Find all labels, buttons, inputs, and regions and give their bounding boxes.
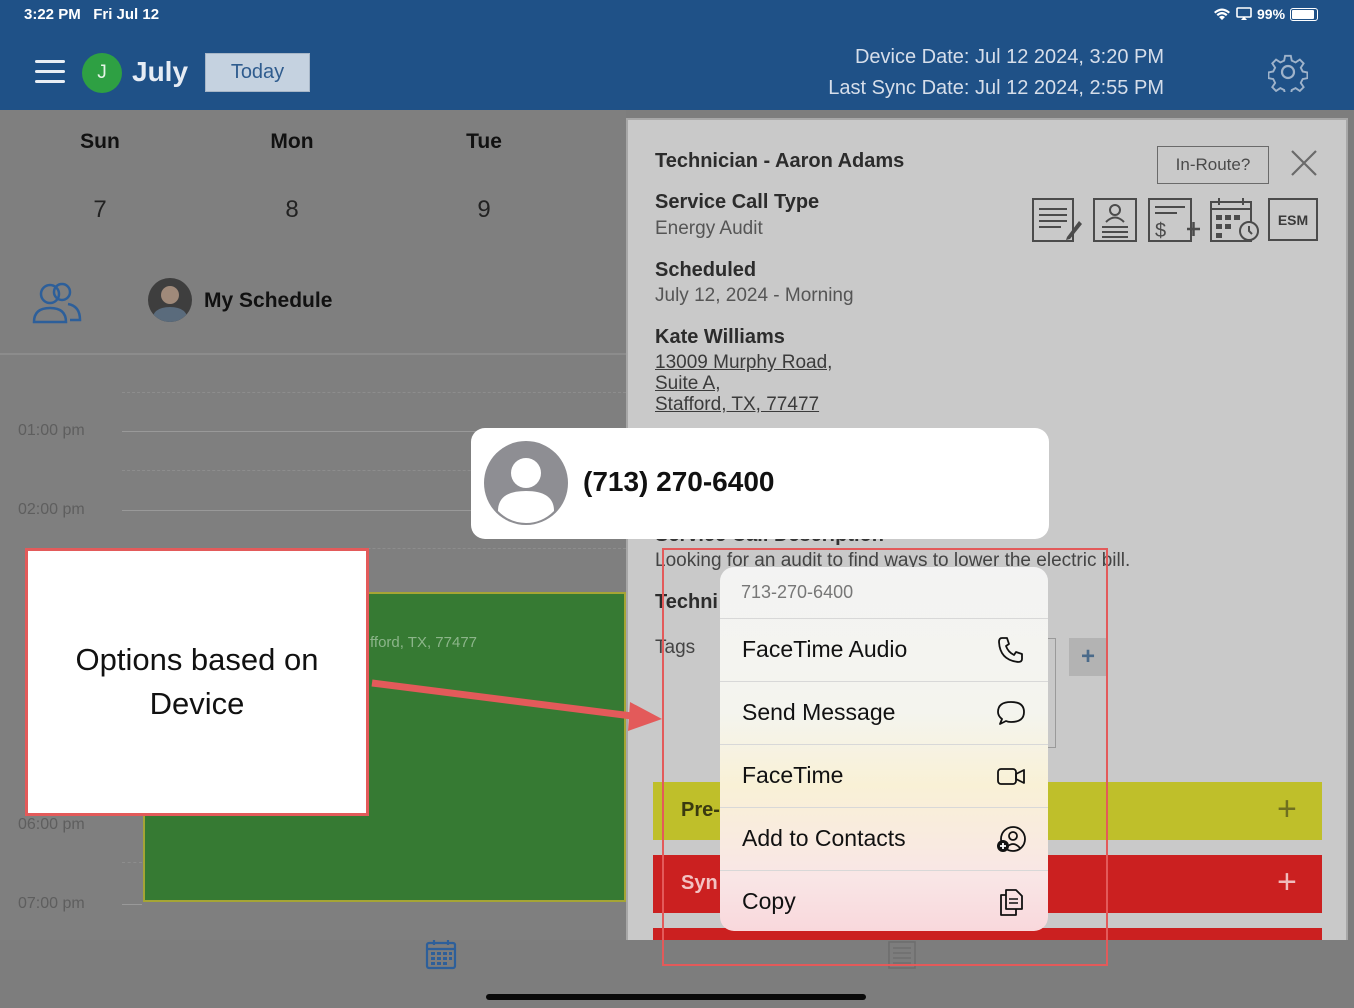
day-number-sun[interactable]: 7 xyxy=(60,196,140,224)
schedule-calendar-icon[interactable] xyxy=(1209,197,1261,243)
people-icon[interactable] xyxy=(28,278,84,326)
status-clock: 3:22 PM xyxy=(24,6,81,23)
my-schedule-label[interactable]: My Schedule xyxy=(204,289,332,313)
half-hour-line xyxy=(122,392,626,393)
hour-line xyxy=(122,904,142,905)
customer-name: Kate Williams xyxy=(655,326,785,348)
annotation-text: Options based on Device xyxy=(75,642,319,721)
today-button[interactable]: Today xyxy=(205,53,310,92)
address-line-2[interactable]: Suite A, xyxy=(655,373,721,395)
in-route-button[interactable]: In-Route? xyxy=(1157,146,1269,184)
close-icon[interactable] xyxy=(1289,148,1319,178)
divider xyxy=(0,353,626,355)
day-name-sun: Sun xyxy=(80,130,120,153)
address-line-3[interactable]: Stafford, TX, 77477 xyxy=(655,394,819,416)
sync-section-add-icon[interactable]: + xyxy=(1277,863,1297,902)
home-indicator[interactable] xyxy=(486,994,866,1000)
esm-button[interactable]: ESM xyxy=(1268,198,1318,241)
day-name-tue: Tue xyxy=(466,130,502,153)
day-number-tue[interactable]: 9 xyxy=(444,196,524,224)
user-avatar[interactable]: J xyxy=(82,53,122,93)
highlight-rectangle xyxy=(662,548,1108,966)
month-title[interactable]: July xyxy=(132,56,188,88)
status-date: Fri Jul 12 xyxy=(93,6,160,23)
time-label: 01:00 pm xyxy=(18,422,85,439)
invoice-add-icon[interactable]: $ xyxy=(1147,197,1201,243)
screen-mirror-icon xyxy=(1236,7,1252,20)
day-number-mon[interactable]: 8 xyxy=(252,196,332,224)
status-time: 3:22 PM Fri Jul 12 xyxy=(24,6,159,23)
pre-section-add-icon[interactable]: + xyxy=(1277,790,1297,829)
status-indicators: 99% xyxy=(1213,6,1319,22)
wifi-icon xyxy=(1214,8,1230,20)
day-name-mon: Mon xyxy=(270,130,314,153)
hamburger-menu-icon[interactable] xyxy=(35,60,65,84)
svg-text:$: $ xyxy=(1155,220,1166,242)
technician-name: Technician - Aaron Adams xyxy=(655,150,905,172)
battery-icon xyxy=(1290,7,1319,21)
battery-percent: 99% xyxy=(1257,6,1286,22)
address-line-1[interactable]: 13009 Murphy Road, xyxy=(655,352,832,374)
gear-icon[interactable] xyxy=(1268,52,1308,92)
time-label: 06:00 pm xyxy=(18,816,85,833)
calendar-tab-icon[interactable] xyxy=(425,938,457,970)
scheduled-label: Scheduled xyxy=(655,259,757,281)
time-label: 02:00 pm xyxy=(18,501,85,518)
customer-profile-icon[interactable] xyxy=(1092,197,1138,243)
technician-avatar xyxy=(148,278,192,322)
annotation-callout: Options based on Device xyxy=(25,548,369,816)
notes-edit-icon[interactable] xyxy=(1031,197,1083,243)
half-hour-line xyxy=(122,862,142,863)
phone-number: (713) 270-6400 xyxy=(583,466,775,497)
service-call-type-label: Service Call Type xyxy=(655,191,820,213)
contact-avatar-icon xyxy=(484,441,568,525)
last-sync-date: Last Sync Date: Jul 12 2024, 2:55 PM xyxy=(828,77,1164,99)
service-call-type-value: Energy Audit xyxy=(655,218,763,239)
event-address: fford, TX, 77477 xyxy=(370,634,478,651)
device-date: Device Date: Jul 12 2024, 3:20 PM xyxy=(854,46,1164,68)
time-label: 07:00 pm xyxy=(18,895,85,912)
scheduled-value: July 12, 2024 - Morning xyxy=(655,285,854,306)
